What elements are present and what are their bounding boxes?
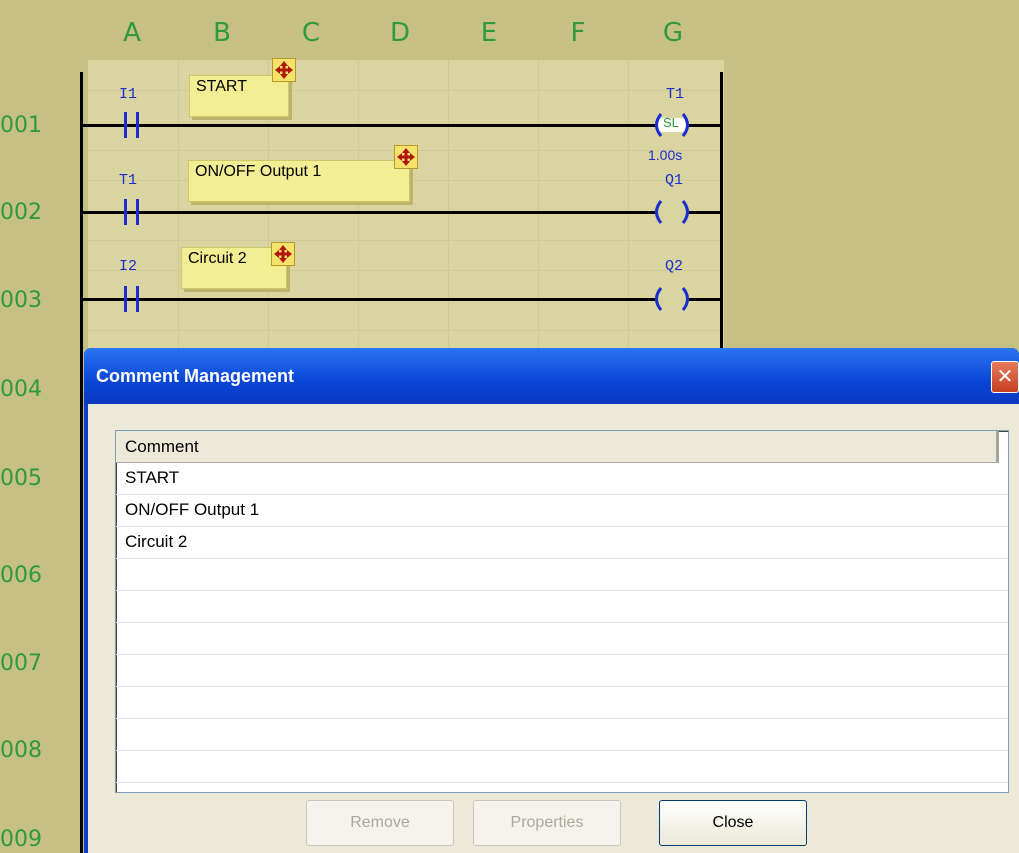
close-button[interactable]: Close	[659, 800, 807, 846]
comment-note-text: ON/OFF Output 1	[195, 163, 322, 180]
dialog-title: Comment Management	[96, 366, 295, 386]
row-label-002: 002	[0, 200, 42, 225]
row-label-009: 009	[0, 827, 42, 852]
column-label-g: G	[662, 18, 684, 48]
row-label-001: 001	[0, 113, 42, 138]
rung-line-3	[80, 298, 720, 301]
list-item-empty	[116, 591, 1008, 623]
coil-label-1: T1	[666, 86, 685, 103]
contact-symbol[interactable]	[136, 286, 139, 312]
move-arrows-icon[interactable]	[272, 58, 296, 82]
column-label-b: B	[213, 18, 231, 48]
contact-label-1: I1	[119, 86, 138, 103]
remove-button[interactable]: Remove	[306, 800, 454, 846]
column-label-c: C	[301, 18, 321, 48]
row-label-004: 004	[0, 377, 42, 402]
coil-label-2: Q1	[665, 172, 684, 189]
grid-line	[88, 330, 724, 331]
grid-line	[88, 240, 724, 241]
list-item-empty	[116, 655, 1008, 687]
comment-note-text: Circuit 2	[188, 250, 247, 267]
row-label-006: 006	[0, 563, 42, 588]
column-label-d: D	[389, 18, 411, 48]
list-item-empty	[116, 623, 1008, 655]
row-label-005: 005	[0, 466, 42, 491]
coil-label-3: Q2	[665, 258, 684, 275]
row-label-007: 007	[0, 651, 42, 676]
properties-button[interactable]: Properties	[473, 800, 621, 846]
list-item-text: Circuit 2	[125, 532, 188, 551]
move-arrows-icon[interactable]	[394, 145, 418, 169]
comment-management-dialog: Comment Management ✕ Comment START ON/OF…	[84, 348, 1019, 853]
column-label-e: E	[480, 18, 498, 48]
timer-value: 1.00s	[648, 147, 683, 163]
close-icon[interactable]: ✕	[991, 361, 1019, 393]
coil-symbol[interactable]	[652, 286, 692, 312]
rung-line-1	[80, 124, 720, 127]
contact-symbol[interactable]	[136, 199, 139, 225]
list-item-empty	[116, 751, 1008, 783]
comment-list[interactable]: Comment START ON/OFF Output 1 Circuit 2	[115, 430, 1009, 793]
left-power-rail	[80, 72, 83, 853]
move-arrows-icon[interactable]	[271, 242, 295, 266]
list-item-empty	[116, 719, 1008, 751]
list-item-empty	[116, 559, 1008, 591]
contact-symbol[interactable]	[124, 199, 127, 225]
contact-label-2: T1	[119, 172, 138, 189]
comment-note-2[interactable]: ON/OFF Output 1	[188, 160, 410, 202]
list-item[interactable]: ON/OFF Output 1	[116, 495, 1008, 527]
contact-symbol[interactable]	[124, 286, 127, 312]
coil-symbol[interactable]	[652, 199, 692, 225]
list-item[interactable]: Circuit 2	[116, 527, 1008, 559]
list-item-text: ON/OFF Output 1	[125, 500, 260, 519]
rung-line-2	[80, 211, 720, 214]
coil-type-label: SL	[663, 115, 679, 130]
comment-note-text: START	[196, 78, 247, 95]
column-label-a: A	[123, 18, 141, 48]
right-power-rail	[720, 72, 723, 352]
dialog-body: Comment START ON/OFF Output 1 Circuit 2	[88, 404, 1019, 853]
dialog-titlebar[interactable]: Comment Management ✕	[84, 348, 1019, 404]
column-header-comment: Comment	[125, 437, 199, 456]
list-item-empty	[116, 687, 1008, 719]
list-item[interactable]: START	[116, 463, 1008, 495]
column-label-f: F	[570, 18, 586, 48]
grid-line	[88, 90, 724, 91]
contact-symbol[interactable]	[136, 112, 139, 138]
contact-symbol[interactable]	[124, 112, 127, 138]
row-label-003: 003	[0, 288, 42, 313]
list-item-text: START	[125, 468, 180, 487]
contact-label-3: I2	[119, 258, 138, 275]
list-column-header[interactable]: Comment	[116, 431, 999, 463]
row-label-008: 008	[0, 738, 42, 763]
